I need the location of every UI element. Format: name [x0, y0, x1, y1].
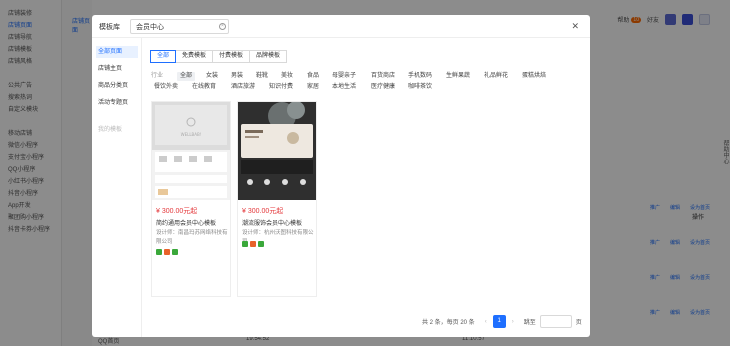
modal-title: 模板库	[99, 24, 120, 31]
miniprogram-icon	[258, 241, 264, 247]
template-name: 简约通用会员中心模板	[156, 221, 217, 227]
industry-option[interactable]: 女装	[203, 72, 221, 81]
page-number-button[interactable]: 1	[492, 315, 506, 328]
industry-option[interactable]: 蛋糕烘焙	[519, 72, 549, 81]
industry-option[interactable]: 医疗健康	[368, 83, 398, 92]
nav-activity-page[interactable]: 活动专题页	[96, 97, 138, 109]
jump-page-input[interactable]	[539, 315, 572, 328]
prev-page-button[interactable]: ‹	[481, 319, 491, 325]
clear-search-icon[interactable]: ×	[219, 23, 226, 30]
price-tabs: 全部 免费模板 付费模板 品牌模板	[150, 50, 288, 63]
template-price: ¥ 300.00元起	[242, 208, 284, 215]
industry-option[interactable]: 百货商店	[368, 72, 398, 81]
template-preview: WELLBAB!	[152, 102, 230, 200]
template-type-nav: 全部页面 店铺主页 商品分类页 活动专题页 我的模板	[92, 38, 142, 337]
industry-option[interactable]: 手机数码	[405, 72, 435, 81]
preview-brand-text: WELLBAB!	[181, 132, 202, 137]
industry-option[interactable]: 在线教育	[189, 83, 219, 92]
industry-option[interactable]: 美妆	[278, 72, 296, 81]
industry-option[interactable]: 本地生活	[329, 83, 359, 92]
tab-free[interactable]: 免费模板	[175, 50, 214, 63]
modal-header: 模板库 × ✕	[92, 15, 590, 38]
wechat-icon	[242, 241, 248, 247]
template-preview-graphic	[238, 102, 316, 200]
industry-option[interactable]: 咖啡茶饮	[405, 83, 435, 92]
next-page-button[interactable]: ›	[508, 319, 518, 325]
template-preview-graphic: WELLBAB!	[152, 102, 230, 200]
industry-option[interactable]: 食品	[304, 72, 322, 81]
template-search-input[interactable]	[130, 19, 229, 34]
template-library-modal: 模板库 × ✕ 全部页面 店铺主页 商品分类页 活动专题页 我的模板 全部 免费…	[92, 15, 590, 337]
industry-option[interactable]: 礼品鲜花	[481, 72, 511, 81]
industry-option[interactable]: 知识付费	[266, 83, 296, 92]
jump-label: 跳至	[523, 320, 536, 326]
industry-option[interactable]: 男装	[228, 72, 246, 81]
industry-all[interactable]: 全部	[177, 72, 196, 81]
template-price: ¥ 300.00元起	[156, 208, 198, 215]
close-icon[interactable]: ✕	[571, 21, 579, 32]
template-name: 潮流服饰会员中心模板	[242, 221, 303, 227]
industry-option[interactable]: 酒店旅游	[228, 83, 258, 92]
nav-my-templates[interactable]: 我的模板	[96, 124, 138, 136]
nav-shop-home[interactable]: 店铺主页	[96, 63, 138, 75]
pagination: 共 2 条，每页 20 条 ‹ 1 › 跳至 页	[422, 315, 582, 328]
industry-option[interactable]: 鞋靴	[253, 72, 271, 81]
nav-all-pages[interactable]: 全部页面	[96, 46, 138, 58]
template-card[interactable]: ¥ 300.00元起 潮流服饰会员中心模板 设计师：杭州沃图科技有限公司	[237, 101, 317, 297]
industry-option[interactable]: 生鲜果蔬	[443, 72, 473, 81]
wechat-icon	[156, 249, 162, 255]
tab-brand[interactable]: 品牌模板	[249, 50, 288, 63]
template-tags	[242, 241, 264, 247]
pagination-summary: 共 2 条，每页 20 条	[422, 320, 475, 326]
industry-option[interactable]: 餐饮外卖	[151, 83, 181, 92]
template-designer: 设计师：南昌玛苏网络科技有限公司	[156, 230, 228, 245]
miniprogram-icon	[172, 249, 178, 255]
page-suffix: 页	[575, 320, 582, 326]
tab-paid[interactable]: 付费模板	[212, 50, 251, 63]
template-tags	[156, 249, 178, 255]
nav-category-page[interactable]: 商品分类页	[96, 80, 138, 92]
industry-option[interactable]: 母婴亲子	[329, 72, 359, 81]
industry-option[interactable]: 家居	[304, 83, 322, 92]
template-card[interactable]: WELLBAB! ¥ 300.00元起 简约通用会员中心模板 设计师：南昌玛苏网…	[151, 101, 231, 297]
tab-all[interactable]: 全部	[150, 50, 177, 63]
taobao-icon	[250, 241, 256, 247]
taobao-icon	[164, 249, 170, 255]
industry-label: 行业	[151, 73, 164, 79]
template-preview	[238, 102, 316, 200]
